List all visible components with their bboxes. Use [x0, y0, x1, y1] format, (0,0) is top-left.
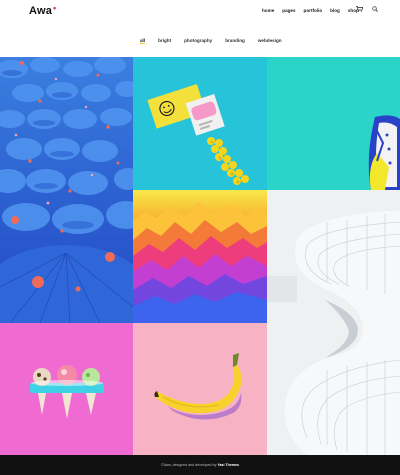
banana-image [154, 353, 242, 420]
portfolio-item-white-architecture[interactable] [267, 190, 400, 455]
portfolio-item-sneaker[interactable] [267, 57, 400, 190]
site-footer: ©Awa, designed and developed by Yazi The… [0, 455, 400, 475]
nav-icons [356, 6, 378, 12]
logo[interactable]: Awa• [29, 3, 57, 17]
portfolio-item-blue-umbrellas[interactable] [0, 57, 133, 323]
filter-all[interactable]: all [140, 38, 146, 44]
filter-branding[interactable]: branding [225, 38, 245, 43]
portfolio-item-smiley-card[interactable] [133, 57, 267, 190]
portfolio-grid [0, 57, 400, 455]
portfolio-filters: all bright photography branding webdesig… [140, 38, 282, 44]
sneaker-image [368, 115, 400, 190]
nav-home[interactable]: home [262, 8, 274, 13]
nav-portfolio[interactable]: portfolio [304, 8, 323, 13]
ice-cream-image [30, 365, 104, 419]
logo-dot: • [53, 3, 57, 13]
cart-icon[interactable] [356, 6, 363, 12]
architecture-image [267, 190, 400, 455]
smiley-card-image [147, 84, 249, 185]
site-header: Awa• home pages portfolio blog shop [0, 0, 400, 24]
portfolio-item-banana[interactable] [133, 323, 267, 455]
search-icon[interactable] [372, 6, 378, 12]
filter-photography[interactable]: photography [184, 38, 212, 43]
umbrellas-image [0, 57, 133, 323]
footer-prefix: ©Awa, designed and developed by [160, 463, 217, 467]
portfolio-item-ice-cream-cones[interactable] [0, 323, 133, 455]
portfolio-item-gradient-mountains[interactable] [133, 190, 267, 323]
filter-webdesign[interactable]: webdesign [258, 38, 282, 43]
mountains-image [133, 202, 267, 323]
nav-blog[interactable]: blog [330, 8, 340, 13]
footer-author-link[interactable]: Yazi Themes [217, 463, 239, 467]
filter-bright[interactable]: bright [158, 38, 171, 43]
footer-text: ©Awa, designed and developed by Yazi The… [161, 463, 239, 467]
logo-text: Awa [29, 5, 53, 17]
main-nav: home pages portfolio blog shop [262, 8, 359, 13]
nav-pages[interactable]: pages [282, 8, 295, 13]
